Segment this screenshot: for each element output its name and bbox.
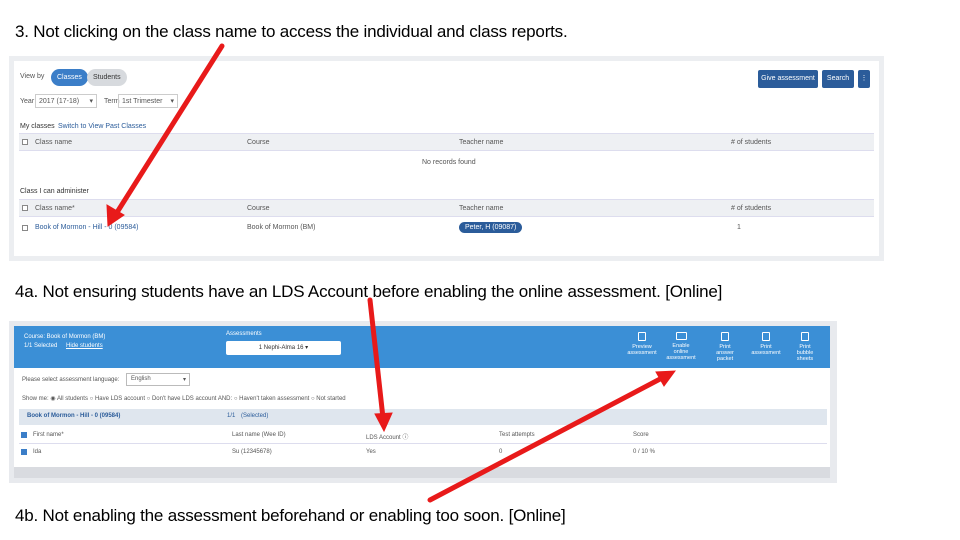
- admin-header: Class name* Course Teacher name # of stu…: [19, 199, 874, 217]
- course-label: Course: Book of Mormon (BM): [24, 334, 106, 340]
- chevron-down-icon: ▾: [89, 98, 93, 105]
- table-row: Ida Su (12345678) Yes 0 0 / 10 %: [19, 445, 827, 461]
- table-row: Book of Mormon - Hill - 0 (09584) Book o…: [19, 219, 874, 237]
- tool-sublabel: online assessment: [666, 349, 696, 361]
- print-answer-packet-button[interactable]: Print answer packet: [709, 332, 741, 362]
- teacher-badge[interactable]: Peter, H (09087): [459, 222, 523, 233]
- tab-classes[interactable]: Classes: [51, 69, 88, 86]
- term-select[interactable]: 1st Trimester ▾: [118, 94, 178, 108]
- radio-icon[interactable]: ◉: [50, 396, 55, 402]
- year-value: 2017 (17-18): [39, 98, 80, 105]
- col-class-name: Class name: [35, 139, 72, 146]
- tool-sublabel: assessment: [627, 350, 657, 356]
- tab-students[interactable]: Students: [87, 69, 127, 86]
- printer-icon: [762, 332, 770, 341]
- class-group-select: (Selected): [241, 413, 269, 419]
- filter-not-taken: Haven't taken assessment: [239, 396, 310, 402]
- lds-account-cell: Yes: [366, 449, 376, 455]
- my-classes-header: Class name Course Teacher name # of stud…: [19, 133, 874, 151]
- enable-online-assessment-button[interactable]: Enable online assessment: [665, 332, 697, 361]
- course-cell: Book of Mormon (BM): [247, 224, 316, 231]
- horizontal-scrollbar[interactable]: [14, 467, 830, 478]
- col-class-name: Class name*: [35, 205, 75, 212]
- preview-assessment-button[interactable]: Preview assessment: [626, 332, 658, 356]
- switch-past-link[interactable]: Switch to View Past Classes: [58, 123, 146, 130]
- printer-icon: [721, 332, 729, 341]
- col-students: # of students: [731, 205, 772, 212]
- radio-icon[interactable]: ○: [234, 396, 238, 402]
- class-group-name: Book of Mormon - Hill - 0 (09584): [27, 413, 121, 419]
- col-score: Score: [633, 432, 649, 438]
- language-label: Please select assessment language:: [22, 377, 120, 383]
- class-list-screenshot: View by Classes Students Give assessment…: [9, 56, 884, 261]
- select-all-checkbox[interactable]: [21, 432, 27, 438]
- select-all-checkbox[interactable]: [22, 139, 28, 145]
- monitor-icon: [675, 332, 687, 340]
- view-by-label: View by: [20, 73, 45, 80]
- admin-title: Class I can administer: [20, 188, 89, 195]
- assessments-label: Assessments: [226, 331, 262, 337]
- student-header: First name* Last name (Wee ID) LDS Accou…: [19, 428, 827, 444]
- class-name-link[interactable]: Book of Mormon - Hill - 0 (09584): [35, 224, 138, 231]
- no-records-text: No records found: [422, 159, 476, 166]
- document-icon: [638, 332, 646, 341]
- language-value: English: [131, 376, 151, 382]
- col-course: Course: [247, 139, 270, 146]
- show-me-label: Show me:: [22, 396, 49, 402]
- caption-4a: 4a. Not ensuring students have an LDS Ac…: [15, 282, 723, 301]
- col-last-name: Last name (Wee ID): [232, 432, 286, 438]
- col-attempts: Test attempts: [499, 432, 535, 438]
- chevron-down-icon: ▾: [182, 377, 186, 383]
- chevron-down-icon: ▾: [170, 98, 174, 105]
- year-select[interactable]: 2017 (17-18) ▾: [35, 94, 97, 108]
- more-menu-button[interactable]: ⋮: [858, 70, 870, 88]
- col-teacher: Teacher name: [459, 205, 504, 212]
- assessment-select[interactable]: 1 Nephi-Alma 16 ▾: [226, 341, 341, 355]
- term-value: 1st Trimester: [122, 98, 163, 105]
- filter-not-started: Not started: [316, 396, 346, 402]
- admin-select-all-checkbox[interactable]: [22, 205, 28, 211]
- tool-sublabel: assessment: [751, 350, 781, 356]
- radio-icon[interactable]: ○: [90, 396, 94, 402]
- caption-3: 3. Not clicking on the class name to acc…: [15, 22, 568, 41]
- class-group-row[interactable]: Book of Mormon - Hill - 0 (09584) 1/1 (S…: [19, 409, 827, 425]
- col-students: # of students: [731, 139, 772, 146]
- print-bubble-sheets-button[interactable]: Print bubble sheets: [789, 332, 821, 362]
- my-classes-title: My classes: [20, 123, 55, 130]
- filter-have-lds: Have LDS account: [94, 396, 145, 402]
- students-count: 1: [737, 224, 741, 231]
- printer-icon: [801, 332, 809, 341]
- language-select[interactable]: English ▾: [126, 373, 190, 386]
- col-lds-account: LDS Account ⓘ: [366, 435, 409, 441]
- score-cell: 0 / 10 %: [633, 449, 656, 455]
- tool-sublabel: answer packet: [716, 350, 734, 362]
- first-name-cell: Ida: [33, 449, 42, 455]
- col-teacher: Teacher name: [459, 139, 504, 146]
- class-group-count: 1/1: [227, 413, 236, 419]
- and-label: AND:: [217, 396, 233, 402]
- assessment-value: 1 Nephi-Alma 16: [258, 345, 304, 351]
- year-label: Year: [20, 98, 35, 105]
- selected-count: 1/1 Selected: [24, 343, 58, 349]
- radio-icon[interactable]: ○: [311, 396, 315, 402]
- row-checkbox[interactable]: [21, 449, 27, 455]
- tool-sublabel: bubble sheets: [796, 350, 814, 362]
- search-button[interactable]: Search: [822, 70, 854, 88]
- print-assessment-button[interactable]: Print assessment: [750, 332, 782, 356]
- last-name-cell: Su (12345678): [232, 449, 272, 455]
- attempts-cell: 0: [499, 449, 503, 455]
- assessment-screenshot: Course: Book of Mormon (BM) 1/1 Selected…: [9, 321, 837, 483]
- give-assessment-button[interactable]: Give assessment: [758, 70, 818, 88]
- filter-all: All students: [56, 396, 88, 402]
- assessment-toolbar: Course: Book of Mormon (BM) 1/1 Selected…: [14, 326, 830, 368]
- filter-no-lds: Don't have LDS account: [151, 396, 217, 402]
- filter-row: Show me: ◉ All students ○ Have LDS accou…: [22, 395, 402, 402]
- row-checkbox[interactable]: [22, 225, 28, 231]
- col-first-name: First name*: [33, 432, 64, 438]
- hide-students-link[interactable]: Hide students: [66, 343, 103, 349]
- caption-4b: 4b. Not enabling the assessment beforeha…: [15, 506, 566, 525]
- chevron-down-icon: ▾: [305, 345, 309, 351]
- radio-icon[interactable]: ○: [147, 396, 151, 402]
- col-course: Course: [247, 205, 270, 212]
